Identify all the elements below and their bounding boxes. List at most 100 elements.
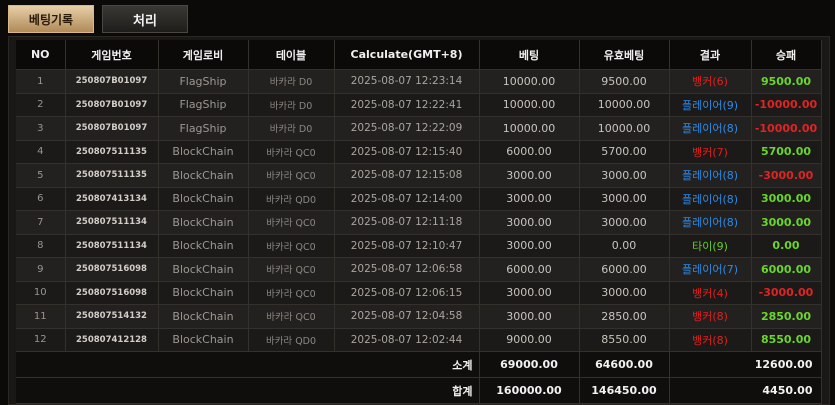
row-result: 뱅커(7) bbox=[669, 140, 752, 164]
row-bet: 3000.00 bbox=[479, 187, 580, 211]
row-result: 플레이어(8) bbox=[669, 187, 752, 211]
row-time: 2025-08-07 12:15:40 bbox=[334, 140, 480, 164]
row-bet: 10000.00 bbox=[479, 69, 580, 94]
row-winloss: 5700.00 bbox=[751, 140, 822, 164]
row-no: 2 bbox=[16, 93, 66, 117]
total-bet: 160000.00 bbox=[479, 377, 580, 404]
betting-history-table: NO 게임번호 게임로비 테이블 Calculate(GMT+8) 베팅 유효베… bbox=[16, 40, 822, 404]
row-time: 2025-08-07 12:06:15 bbox=[334, 281, 480, 305]
row-game-id: 250807511135 bbox=[65, 163, 159, 188]
row-winloss: 8550.00 bbox=[751, 328, 822, 352]
row-winloss: -10000.00 bbox=[751, 93, 822, 117]
row-lobby: FlagShip bbox=[158, 93, 249, 117]
row-result: 플레이어(8) bbox=[669, 163, 752, 188]
col-header-valid-bet: 유효베팅 bbox=[579, 40, 670, 70]
table-row[interactable]: 4 250807511135 BlockChain 바카라 QC0 2025-08-07… bbox=[16, 140, 822, 164]
row-table: 바카라 QD0 bbox=[248, 328, 335, 352]
row-winloss: -10000.00 bbox=[751, 116, 822, 141]
tab-processing[interactable]: 처리 bbox=[102, 5, 188, 33]
table-row[interactable]: 6 250807413134 BlockChain 바카라 QD0 2025-08-07… bbox=[16, 187, 822, 211]
col-header-result: 결과 bbox=[669, 40, 752, 70]
row-time: 2025-08-07 12:04:58 bbox=[334, 304, 480, 329]
table-row[interactable]: 3 250807B01097 FlagShip 바카라 D0 2025-08-07 12… bbox=[16, 116, 822, 141]
table-row[interactable]: 2 250807B01097 FlagShip 바카라 D0 2025-08-07 12… bbox=[16, 93, 822, 117]
tab-betting-history[interactable]: 베팅기록 bbox=[8, 5, 94, 33]
row-result: 뱅커(8) bbox=[669, 328, 752, 352]
row-lobby: BlockChain bbox=[158, 163, 249, 188]
col-header-calculate: Calculate(GMT+8) bbox=[334, 40, 480, 70]
row-game-id: 250807412128 bbox=[65, 328, 159, 352]
row-bet: 10000.00 bbox=[479, 93, 580, 117]
row-time: 2025-08-07 12:15:08 bbox=[334, 163, 480, 188]
table-header-row: NO 게임번호 게임로비 테이블 Calculate(GMT+8) 베팅 유효베… bbox=[16, 40, 822, 70]
row-bet: 9000.00 bbox=[479, 328, 580, 352]
row-bet: 3000.00 bbox=[479, 163, 580, 188]
row-bet: 10000.00 bbox=[479, 116, 580, 141]
table-row[interactable]: 7 250807511134 BlockChain 바카라 QC0 2025-08-07… bbox=[16, 210, 822, 235]
table-row[interactable]: 12 250807412128 BlockChain 바카라 QD0 2025-08-0… bbox=[16, 328, 822, 352]
row-winloss: -3000.00 bbox=[751, 281, 822, 305]
row-lobby: FlagShip bbox=[158, 69, 249, 94]
row-time: 2025-08-07 12:22:09 bbox=[334, 116, 480, 141]
row-winloss: 9500.00 bbox=[751, 69, 822, 94]
row-winloss: 3000.00 bbox=[751, 210, 822, 235]
row-valid-bet: 3000.00 bbox=[579, 163, 670, 188]
row-game-id: 250807413134 bbox=[65, 187, 159, 211]
table-row[interactable]: 11 250807514132 BlockChain 바카라 QC0 2025-08-0… bbox=[16, 304, 822, 329]
row-game-id: 250807B01097 bbox=[65, 116, 159, 141]
row-valid-bet: 0.00 bbox=[579, 234, 670, 258]
total-label: 합계 bbox=[334, 377, 480, 404]
row-winloss: -3000.00 bbox=[751, 163, 822, 188]
col-header-table: 테이블 bbox=[248, 40, 335, 70]
row-valid-bet: 10000.00 bbox=[579, 93, 670, 117]
row-valid-bet: 10000.00 bbox=[579, 116, 670, 141]
subtotal-row: 소계 69000.00 64600.00 12600.00 bbox=[16, 351, 822, 378]
row-game-id: 250807516098 bbox=[65, 281, 159, 305]
col-header-lobby: 게임로비 bbox=[158, 40, 249, 70]
table-row[interactable]: 9 250807516098 BlockChain 바카라 QC0 2025-08-07… bbox=[16, 257, 822, 282]
row-lobby: BlockChain bbox=[158, 234, 249, 258]
total-row: 합계 160000.00 146450.00 4450.00 bbox=[16, 377, 822, 404]
row-game-id: 250807516098 bbox=[65, 257, 159, 282]
betting-history-panel: NO 게임번호 게임로비 테이블 Calculate(GMT+8) 베팅 유효베… bbox=[8, 36, 830, 405]
row-result: 플레이어(8) bbox=[669, 210, 752, 235]
row-winloss: 2850.00 bbox=[751, 304, 822, 329]
row-lobby: BlockChain bbox=[158, 187, 249, 211]
table-row[interactable]: 8 250807511134 BlockChain 바카라 QC0 2025-08-07… bbox=[16, 234, 822, 258]
row-time: 2025-08-07 12:02:44 bbox=[334, 328, 480, 352]
row-lobby: BlockChain bbox=[158, 328, 249, 352]
row-game-id: 250807511134 bbox=[65, 210, 159, 235]
row-table: 바카라 QC0 bbox=[248, 304, 335, 329]
row-winloss: 6000.00 bbox=[751, 257, 822, 282]
row-bet: 3000.00 bbox=[479, 234, 580, 258]
table-row[interactable]: 5 250807511135 BlockChain 바카라 QC0 2025-08-07… bbox=[16, 163, 822, 188]
row-result: 플레이어(9) bbox=[669, 93, 752, 117]
row-time: 2025-08-07 12:22:41 bbox=[334, 93, 480, 117]
row-game-id: 250807514132 bbox=[65, 304, 159, 329]
row-valid-bet: 3000.00 bbox=[579, 210, 670, 235]
subtotal-bet: 69000.00 bbox=[479, 351, 580, 378]
subtotal-winloss: 12600.00 bbox=[669, 351, 822, 378]
table-row[interactable]: 10 250807516098 BlockChain 바카라 QC0 2025-08-0… bbox=[16, 281, 822, 305]
row-table: 바카라 QC0 bbox=[248, 210, 335, 235]
row-result: 타이(9) bbox=[669, 234, 752, 258]
row-result: 뱅커(4) bbox=[669, 281, 752, 305]
row-no: 5 bbox=[16, 163, 66, 188]
row-no: 4 bbox=[16, 140, 66, 164]
row-no: 6 bbox=[16, 187, 66, 211]
row-time: 2025-08-07 12:11:18 bbox=[334, 210, 480, 235]
table-row[interactable]: 1 250807B01097 FlagShip 바카라 D0 2025-08-07 12… bbox=[16, 69, 822, 94]
col-header-winloss: 승패 bbox=[751, 40, 822, 70]
row-bet: 3000.00 bbox=[479, 304, 580, 329]
col-header-bet: 베팅 bbox=[479, 40, 580, 70]
col-header-no: NO bbox=[16, 40, 66, 70]
row-table: 바카라 QC0 bbox=[248, 163, 335, 188]
row-no: 3 bbox=[16, 116, 66, 141]
row-game-id: 250807511134 bbox=[65, 234, 159, 258]
row-result: 뱅커(6) bbox=[669, 69, 752, 94]
row-no: 7 bbox=[16, 210, 66, 235]
row-table: 바카라 D0 bbox=[248, 93, 335, 117]
row-table: 바카라 D0 bbox=[248, 116, 335, 141]
row-lobby: BlockChain bbox=[158, 281, 249, 305]
row-result: 플레이어(7) bbox=[669, 257, 752, 282]
